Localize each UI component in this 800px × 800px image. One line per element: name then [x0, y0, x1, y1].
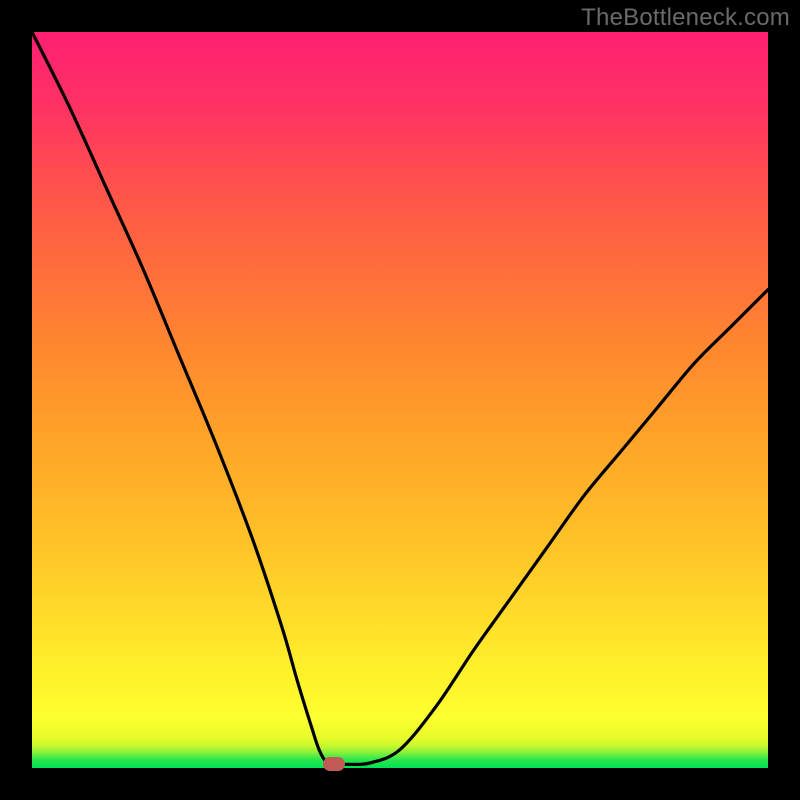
optimum-marker: [323, 757, 345, 771]
chart-frame: TheBottleneck.com: [0, 0, 800, 800]
bottleneck-curve: [32, 32, 768, 768]
plot-area: [32, 32, 768, 768]
watermark-text: TheBottleneck.com: [581, 4, 790, 32]
